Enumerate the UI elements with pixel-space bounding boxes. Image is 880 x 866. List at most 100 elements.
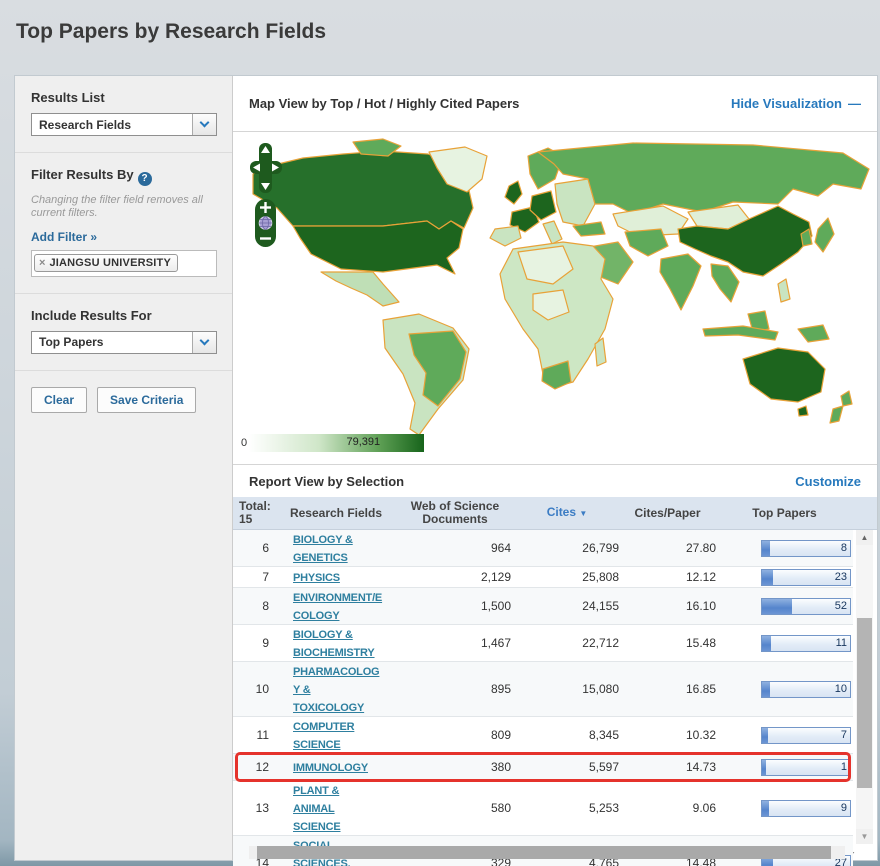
filter-section: Filter Results By? Changing the filter f… <box>15 153 232 294</box>
research-field-link[interactable]: ENVIRONMENT/E COLOGY <box>293 592 382 622</box>
table-row[interactable]: 13 PLANT & ANIMAL SCIENCE 580 5,253 9.06… <box>233 781 853 836</box>
chevron-down-icon <box>200 335 210 345</box>
table-row[interactable]: 6 BIOLOGY & GENETICS 964 26,799 27.80 8 <box>233 530 853 567</box>
results-list-select[interactable]: Research Fields <box>31 113 217 136</box>
results-list-section: Results List Research Fields <box>15 76 232 153</box>
row-top-papers: 11 <box>761 635 853 652</box>
row-cites-per-paper: 12.12 <box>619 570 716 584</box>
save-criteria-button[interactable]: Save Criteria <box>97 387 196 413</box>
top-papers-bar: 9 <box>761 800 851 817</box>
total-count: Total:15 <box>233 500 277 526</box>
research-field-link[interactable]: PHARMACOLOG Y & TOXICOLOGY <box>293 666 379 714</box>
report-view-header: Report View by Selection Customize <box>233 465 877 497</box>
include-results-label: Include Results For <box>31 308 216 323</box>
customize-link[interactable]: Customize <box>795 474 861 489</box>
column-header-research-fields[interactable]: Research Fields <box>277 507 395 520</box>
clear-button[interactable]: Clear <box>31 387 87 413</box>
row-cites-per-paper: 9.06 <box>619 801 716 815</box>
globe-icon <box>259 217 272 230</box>
scale-min-label: 0 <box>241 437 247 449</box>
column-header-wos-documents[interactable]: Web of Science Documents <box>395 500 515 526</box>
row-cites: 5,597 <box>515 760 619 774</box>
row-cites: 25,808 <box>515 570 619 584</box>
row-docs: 380 <box>395 760 515 774</box>
research-field-link[interactable]: PHYSICS <box>293 572 340 584</box>
row-top-papers: 10 <box>761 681 853 698</box>
include-results-section: Include Results For Top Papers <box>15 294 232 371</box>
column-header-cites-sorted[interactable]: Cites ▼ <box>515 506 619 520</box>
scroll-down-icon[interactable]: ▼ <box>856 829 873 844</box>
minus-icon: — <box>848 96 861 111</box>
scale-gradient-bar: 79,391 <box>249 434 424 452</box>
sidebar: Results List Research Fields Filter Resu… <box>15 76 233 860</box>
row-docs: 895 <box>395 682 515 696</box>
add-filter-link[interactable]: Add Filter » <box>31 230 97 244</box>
row-rank: 10 <box>233 682 277 696</box>
row-top-papers: 23 <box>761 569 853 586</box>
scroll-up-icon[interactable]: ▲ <box>856 530 873 545</box>
results-list-dropdown-button[interactable] <box>192 114 216 135</box>
filter-tag: × JIANGSU UNIVERSITY <box>34 254 178 272</box>
map-view-header: Map View by Top / Hot / Highly Cited Pap… <box>233 76 877 132</box>
research-field-link[interactable]: BIOLOGY & GENETICS <box>293 534 353 564</box>
row-rank: 8 <box>233 599 277 613</box>
vertical-scrollbar[interactable]: ▲ ▼ <box>856 530 873 844</box>
research-field-link[interactable]: PLANT & ANIMAL SCIENCE <box>293 785 341 833</box>
report-view-title: Report View by Selection <box>249 474 404 489</box>
table-row[interactable]: 11 COMPUTER SCIENCE 809 8,345 10.32 7 <box>233 717 853 754</box>
filter-label: Filter Results By? <box>31 167 216 186</box>
horizontal-scrollbar-track[interactable] <box>249 846 845 859</box>
hide-visualization-link[interactable]: Hide Visualization— <box>731 96 861 111</box>
row-top-papers: 1 <box>761 759 853 776</box>
remove-filter-icon[interactable]: × <box>39 257 45 269</box>
row-field: BIOLOGY & GENETICS <box>277 530 395 566</box>
help-icon[interactable]: ? <box>138 172 152 186</box>
column-header-top-papers[interactable]: Top Papers <box>716 507 853 520</box>
row-field: PHARMACOLOG Y & TOXICOLOGY <box>277 662 395 716</box>
research-field-link[interactable]: COMPUTER SCIENCE <box>293 721 354 751</box>
row-rank: 12 <box>233 760 277 774</box>
table-row[interactable]: 8 ENVIRONMENT/E COLOGY 1,500 24,155 16.1… <box>233 588 853 625</box>
results-list-label: Results List <box>31 90 216 105</box>
chevron-down-icon <box>200 118 210 128</box>
row-top-papers: 52 <box>761 598 853 615</box>
row-rank: 9 <box>233 636 277 650</box>
world-map[interactable]: 0 79,391 <box>233 132 877 465</box>
choropleth-map[interactable] <box>233 134 877 444</box>
filter-tag-label: JIANGSU UNIVERSITY <box>49 257 171 269</box>
vertical-scrollbar-thumb[interactable] <box>857 618 872 788</box>
row-field: COMPUTER SCIENCE <box>277 717 395 753</box>
table-row[interactable]: 10 PHARMACOLOG Y & TOXICOLOGY 895 15,080… <box>233 662 853 717</box>
include-results-dropdown-button[interactable] <box>192 332 216 353</box>
row-cites: 8,345 <box>515 728 619 742</box>
row-cites: 15,080 <box>515 682 619 696</box>
map-color-scale: 0 79,391 <box>241 434 424 452</box>
column-header-cites-per-paper[interactable]: Cites/Paper <box>619 507 716 520</box>
table-row[interactable]: 7 PHYSICS 2,129 25,808 12.12 23 <box>233 567 853 588</box>
map-pan-control[interactable] <box>249 142 283 194</box>
top-papers-bar: 52 <box>761 598 851 615</box>
row-docs: 580 <box>395 801 515 815</box>
map-zoom-control[interactable] <box>254 198 277 248</box>
row-cites: 22,712 <box>515 636 619 650</box>
row-cites: 26,799 <box>515 541 619 555</box>
map-view-title: Map View by Top / Hot / Highly Cited Pap… <box>249 96 519 111</box>
table-header-row: Total:15 Research Fields Web of Science … <box>233 497 877 530</box>
table-row[interactable]: 12 IMMUNOLOGY 380 5,597 14.73 1 <box>233 754 853 781</box>
row-docs: 2,129 <box>395 570 515 584</box>
row-field: PHYSICS <box>277 568 395 586</box>
research-field-link[interactable]: BIOLOGY & BIOCHEMISTRY <box>293 629 375 659</box>
table-row[interactable]: 9 BIOLOGY & BIOCHEMISTRY 1,467 22,712 15… <box>233 625 853 662</box>
row-rank: 6 <box>233 541 277 555</box>
include-results-select[interactable]: Top Papers <box>31 331 217 354</box>
research-field-link[interactable]: IMMUNOLOGY <box>293 762 368 774</box>
row-cites-per-paper: 14.73 <box>619 760 716 774</box>
row-cites-per-paper: 10.32 <box>619 728 716 742</box>
row-rank: 13 <box>233 801 277 815</box>
horizontal-scrollbar-thumb[interactable] <box>257 846 831 859</box>
row-field: BIOLOGY & BIOCHEMISTRY <box>277 625 395 661</box>
filter-field[interactable]: × JIANGSU UNIVERSITY <box>31 250 217 277</box>
top-papers-bar: 8 <box>761 540 851 557</box>
horizontal-scrollbar[interactable]: ◄ ► <box>233 844 859 860</box>
row-cites: 24,155 <box>515 599 619 613</box>
